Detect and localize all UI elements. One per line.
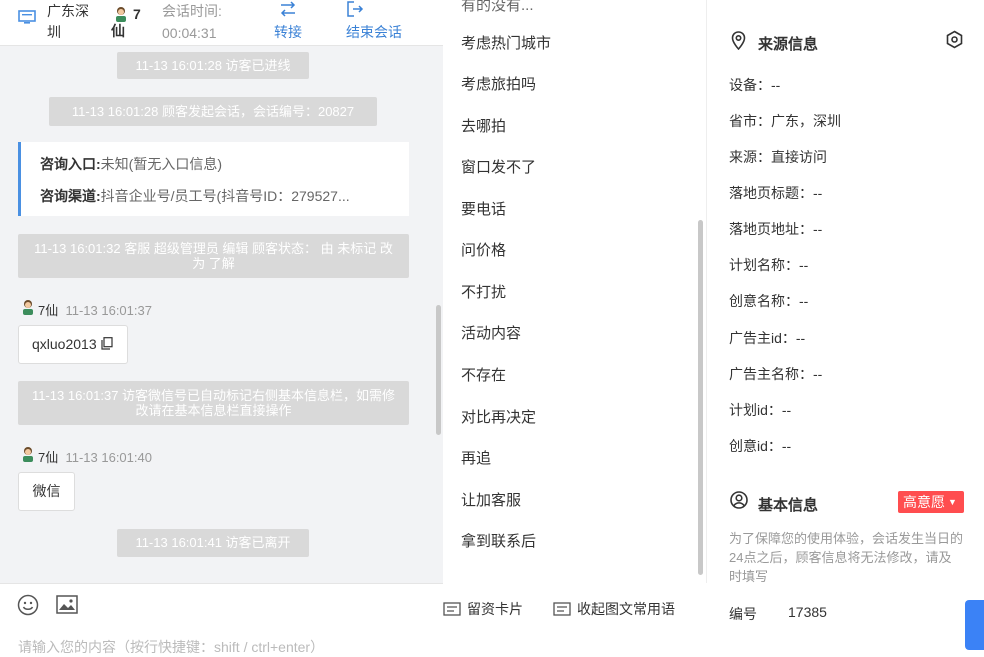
message-header: 7仙 11-13 16:01:40 (38, 447, 152, 466)
message-bubble[interactable]: qxluo2013 (18, 325, 128, 364)
location-pin-icon (731, 31, 746, 50)
phrase-item[interactable]: 考虑旅拍吗 (461, 73, 536, 94)
number-value: 17385 (788, 604, 827, 620)
system-message: 11-13 16:01:41 访客已离开 (117, 529, 309, 557)
source-landing-url: 落地页地址：-- (729, 221, 823, 237)
phrase-item[interactable]: 问价格 (461, 239, 506, 260)
phrases-scrollbar[interactable] (698, 220, 703, 575)
exit-icon (347, 1, 364, 17)
phrase-item[interactable]: 活动内容 (461, 322, 521, 343)
sender-name: 7仙 (38, 303, 59, 318)
phrase-item[interactable]: 去哪拍 (461, 115, 506, 136)
lead-card-label: 留资卡片 (467, 601, 523, 617)
phrase-item[interactable]: 让加客服 (461, 489, 521, 510)
phrases-footer: 留资卡片 收起图文常用语 (443, 583, 707, 643)
consult-entry-value: 未知(暂无入口信息) (100, 156, 222, 172)
lead-card-button[interactable]: 留资卡片 (443, 599, 523, 619)
consult-info-card: 咨询入口:未知(暂无入口信息) 咨询渠道:抖音企业号/员工号(抖音号ID：279… (18, 142, 409, 216)
caret-down-icon: ▼ (948, 497, 957, 507)
session-time-value: 00:04:31 (162, 25, 217, 41)
basic-info-title: 基本信息 (758, 497, 819, 514)
message-header: 7仙 11-13 16:01:37 (38, 300, 152, 319)
phrase-item[interactable]: 再追 (461, 447, 491, 468)
transfer-icon (280, 1, 296, 17)
chat-header: 广东深圳 7仙 会话时间: 00:04:31 转接 结束会话 (0, 0, 443, 46)
end-session-button[interactable]: 结束会话 (346, 0, 402, 42)
phrase-item[interactable]: 拿到联系后 (461, 530, 536, 551)
source-landing-title: 落地页标题：-- (729, 185, 823, 201)
consult-entry-label: 咨询入口: (40, 156, 101, 172)
phrase-item[interactable]: 不打扰 (461, 281, 506, 302)
image-icon[interactable] (56, 595, 78, 614)
source-creative-name: 创意名称：-- (729, 293, 809, 309)
sender-name: 7仙 (38, 450, 59, 465)
source-device: 设备：-- (729, 77, 781, 93)
avatar-icon (23, 300, 33, 315)
transfer-button[interactable]: 转接 (274, 0, 302, 42)
system-message: 11-13 16:01:28 顾客发起会话，会话编号：20827 (49, 97, 377, 126)
consult-channel-label: 咨询渠道: (40, 188, 101, 204)
message-time: 11-13 16:01:37 (65, 303, 152, 318)
phrase-item[interactable]: 窗口发不了 (461, 156, 536, 177)
basic-info-note: 为了保障您的使用体验，会话发生当日的24点之后，顾客信息将无法修改，请及时填写 (729, 531, 964, 584)
source-info-title: 来源信息 (758, 36, 819, 53)
chat-panel: 广东深圳 7仙 会话时间: 00:04:31 转接 结束会话 11-13 16:… (0, 0, 443, 655)
phrase-item[interactable]: 对比再决定 (461, 406, 536, 427)
collapse-phrases-button[interactable]: 收起图文常用语 (553, 599, 675, 619)
phrase-item[interactable]: 不存在 (461, 364, 506, 385)
source-advertiser-name: 广告主名称：-- (729, 366, 823, 382)
source-creative-id: 创意id：-- (729, 438, 792, 454)
card-icon (443, 602, 461, 616)
source-plan-name: 计划名称：-- (729, 257, 809, 273)
system-message: 11-13 16:01:37 访客微信号已自动标记右侧基本信息栏，如需修改请在基… (18, 381, 409, 425)
phrase-item[interactable]: 有的没有... (461, 0, 534, 15)
phrase-item[interactable]: 要电话 (461, 198, 506, 219)
session-time-label: 会话时间: (162, 3, 222, 19)
card-icon (553, 602, 571, 616)
system-message: 11-13 16:01:28 访客已进线 (117, 52, 309, 79)
input-area: 请输入您的内容（按行快捷键：shift / ctrl+enter） (0, 583, 443, 655)
emoji-icon[interactable] (17, 594, 39, 616)
visitor-location: 广东深圳 (47, 3, 89, 40)
message-time: 11-13 16:01:40 (65, 450, 152, 465)
number-label: 编号 (729, 606, 757, 622)
customer-info-panel: 来源信息 设备：-- 省市：广东，深圳 来源：直接访问 落地页标题：-- 落地页… (707, 0, 984, 643)
settings-icon[interactable] (945, 30, 964, 49)
collapse-phrases-label: 收起图文常用语 (577, 601, 675, 617)
copy-icon[interactable] (100, 337, 113, 350)
consult-channel-value: 抖音企业号/员工号(抖音号ID：279527... (100, 188, 350, 204)
chat-scrollbar[interactable] (436, 305, 441, 435)
intent-tag-dropdown[interactable]: 高意愿 ▼ (898, 491, 964, 513)
message-text: qxluo2013 (32, 336, 97, 352)
transfer-label: 转接 (274, 24, 302, 40)
source-plan-id: 计划id：-- (729, 402, 792, 418)
monitor-icon (18, 10, 36, 24)
visitor-name: 7仙 (111, 6, 141, 39)
message-bubble[interactable]: 微信 (18, 472, 75, 511)
intent-tag-label: 高意愿 (903, 494, 945, 510)
system-message: 11-13 16:01:32 客服 超级管理员 编辑 顾客状态： 由 未标记 改… (18, 234, 409, 278)
source-province: 省市：广东，深圳 (729, 113, 841, 129)
quick-phrases-panel: 有的没有... 考虑热门城市 考虑旅拍吗去哪拍窗口发不了要电话问价格不打扰活动内容… (443, 0, 707, 583)
end-session-label: 结束会话 (346, 24, 402, 40)
user-circle-icon (730, 491, 748, 509)
source-origin: 来源：直接访问 (729, 149, 827, 165)
avatar-icon (23, 447, 33, 462)
message-input[interactable]: 请输入您的内容（按行快捷键：shift / ctrl+enter） (18, 637, 324, 657)
message-text: 微信 (32, 483, 61, 499)
phrase-item[interactable]: 考虑热门城市 (461, 32, 551, 53)
source-advertiser-id: 广告主id：-- (729, 330, 806, 346)
